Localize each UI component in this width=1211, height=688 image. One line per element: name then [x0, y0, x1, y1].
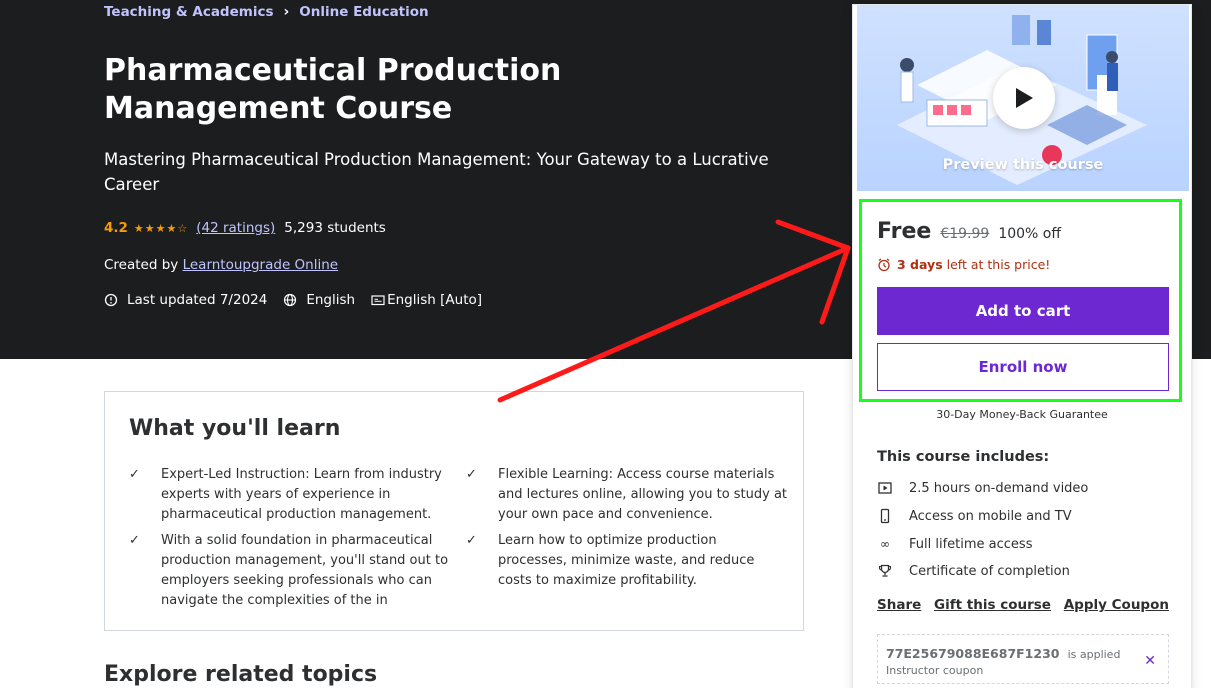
learn-item-text: Expert-Led Instruction: Learn from indus…	[161, 467, 442, 522]
language: English	[283, 292, 355, 308]
purchase-sidebar: Preview this course Free €19.99 100% off…	[852, 4, 1192, 688]
last-updated-text: Last updated 7/2024	[127, 292, 268, 308]
learn-title: What you'll learn	[129, 416, 341, 441]
mobile-icon	[880, 508, 890, 524]
preview-course-label: Preview this course	[942, 157, 1104, 173]
course-includes-title: This course includes:	[877, 449, 1050, 465]
students-count: 5,293 students	[284, 220, 386, 236]
coupon-code: 77E25679088E687F1230	[886, 646, 1060, 661]
captions: English [Auto]	[371, 292, 482, 308]
include-item-label: Full lifetime access	[909, 536, 1033, 552]
current-price: Free	[877, 219, 932, 244]
rating-row: 4.2 ★★★★☆ (42 ratings) 5,293 students	[104, 220, 386, 236]
enroll-now-button[interactable]: Enroll now	[877, 343, 1169, 391]
course-headline: Mastering Pharmaceutical Production Mana…	[104, 150, 769, 194]
coupon-type-label: Instructor coupon	[886, 664, 984, 677]
check-icon: ✓	[466, 533, 477, 548]
alert-badge-icon	[104, 293, 118, 307]
globe-icon	[284, 293, 297, 307]
closed-captions-icon	[371, 295, 385, 306]
captions-text: English [Auto]	[387, 292, 483, 308]
learn-item-text: Learn how to optimize production process…	[498, 533, 755, 588]
course-title: Pharmaceutical Production Management Cou…	[104, 53, 562, 126]
share-link[interactable]: Share	[877, 597, 921, 613]
close-icon[interactable]: ✕	[1144, 653, 1156, 669]
include-item-mobile: Access on mobile and TV	[877, 508, 1072, 524]
include-item-certificate: Certificate of completion	[877, 563, 1070, 579]
include-item-label: Certificate of completion	[909, 563, 1070, 579]
chevron-right-icon: ›	[283, 4, 290, 20]
breadcrumb: Teaching & Academics › Online Education	[104, 4, 429, 20]
check-icon: ✓	[129, 533, 140, 548]
learn-item: ✓ With a solid foundation in pharmaceuti…	[129, 531, 451, 611]
applied-coupon: 77E25679088E687F1230 is applied Instruct…	[877, 634, 1169, 684]
instructor-link[interactable]: Learntoupgrade Online	[183, 257, 339, 273]
ratings-count-link[interactable]: (42 ratings)	[196, 220, 275, 236]
timer-text: left at this price!	[946, 257, 1051, 272]
infinity-icon: ∞	[880, 537, 890, 551]
include-item-lifetime: ∞ Full lifetime access	[877, 536, 1032, 552]
learn-item-text: With a solid foundation in pharmaceutica…	[161, 533, 449, 608]
original-price: €19.99	[940, 226, 990, 242]
timer-days: 3 days	[897, 257, 943, 272]
star-rating-icon: ★★★★☆	[133, 221, 189, 235]
learn-item: ✓ Expert-Led Instruction: Learn from ind…	[129, 465, 451, 525]
explore-related-topics-title: Explore related topics	[104, 662, 378, 687]
breadcrumb-online-education[interactable]: Online Education	[299, 4, 428, 20]
language-text: English	[306, 292, 356, 308]
include-item-video: 2.5 hours on-demand video	[877, 480, 1088, 496]
coupon-applied-text: is applied	[1067, 648, 1121, 661]
check-icon: ✓	[466, 467, 477, 482]
price-row: Free €19.99 100% off	[877, 219, 1061, 244]
breadcrumb-teaching-academics[interactable]: Teaching & Academics	[104, 4, 273, 20]
rating-value: 4.2	[104, 220, 128, 236]
play-icon	[1016, 88, 1033, 108]
add-to-cart-button[interactable]: Add to cart	[877, 287, 1169, 335]
learn-item: ✓ Learn how to optimize production proce…	[466, 531, 788, 591]
money-back-guarantee: 30-Day Money-Back Guarantee	[936, 408, 1108, 421]
created-by: Created by Learntoupgrade Online	[104, 257, 338, 273]
course-preview[interactable]: Preview this course	[857, 5, 1189, 191]
created-by-label: Created by	[104, 257, 179, 273]
gift-course-link[interactable]: Gift this course	[934, 597, 1051, 613]
what-youll-learn: What you'll learn ✓ Expert-Led Instructi…	[104, 391, 804, 631]
video-icon	[878, 482, 892, 494]
play-button[interactable]	[993, 67, 1055, 129]
apply-coupon-link[interactable]: Apply Coupon	[1064, 597, 1169, 613]
learn-item-text: Flexible Learning: Access course materia…	[498, 467, 788, 522]
sidebar-links: Share Gift this course Apply Coupon	[877, 597, 1169, 613]
include-item-label: 2.5 hours on-demand video	[909, 480, 1089, 496]
check-icon: ✓	[129, 467, 140, 482]
trophy-icon	[878, 564, 892, 577]
learn-item: ✓ Flexible Learning: Access course mater…	[466, 465, 788, 525]
discount-percent: 100% off	[998, 226, 1061, 242]
price-timer: 3 days left at this price!	[877, 257, 1050, 272]
alarm-clock-icon	[878, 258, 890, 271]
last-updated: Last updated 7/2024	[104, 292, 267, 308]
include-item-label: Access on mobile and TV	[909, 508, 1072, 524]
course-meta: Last updated 7/2024 English English [Aut…	[104, 292, 498, 308]
